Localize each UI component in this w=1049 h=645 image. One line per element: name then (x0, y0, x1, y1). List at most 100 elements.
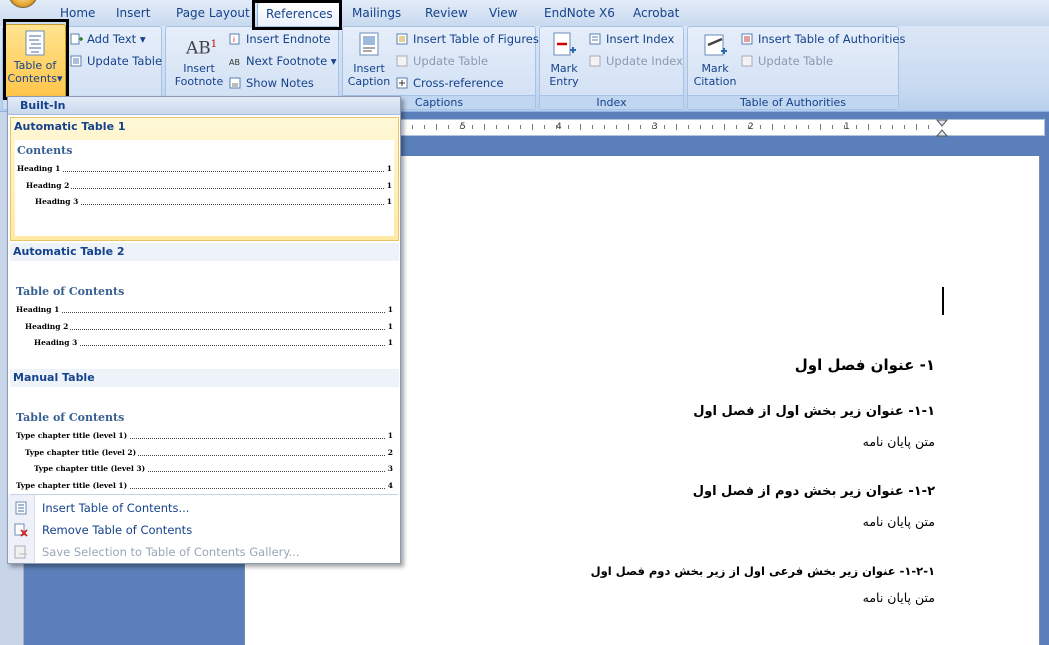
toc-preview-line: Heading 11 (16, 305, 393, 322)
ruler-tick (472, 125, 473, 129)
gallery-header: Built-In (8, 97, 400, 115)
insert-table-of-authorities-button[interactable]: Insert Table of Authorities (740, 29, 905, 49)
insert-table-of-figures-button[interactable]: Insert Table of Figures (395, 29, 539, 49)
update-table-figures-button[interactable]: Update Table (395, 51, 488, 71)
ruler-tick (784, 125, 785, 129)
ruler-tick (544, 125, 545, 129)
insert-index-icon (589, 33, 601, 45)
ruler-tick (640, 125, 641, 129)
heading-section-1-1[interactable]: ۱-۱- عنوان زیر بخش اول از فصل اول (693, 404, 935, 419)
tab-review[interactable]: Review (417, 2, 476, 26)
ruler-tick (424, 125, 425, 129)
office-button[interactable] (8, 0, 38, 8)
ribbon-tab-bar: Home Insert Page Layout References Maili… (0, 0, 1049, 26)
chevron-down-icon: ▾ (330, 54, 337, 68)
body-text[interactable]: متن پایان نامه (863, 434, 935, 449)
heading-subsection-1-2-1[interactable]: ۱-۲-۱- عنوان زیر بخش فرعی اول از زیر بخش… (591, 564, 935, 578)
cross-reference-button[interactable]: Cross-reference (395, 73, 504, 93)
ruler-tick (772, 124, 773, 130)
ruler-tick (652, 125, 653, 129)
next-footnote-icon: AB (229, 58, 240, 67)
update-index-icon (589, 55, 601, 67)
add-text-icon (70, 33, 83, 45)
tab-acrobat[interactable]: Acrobat (625, 2, 687, 26)
table-of-contents-gallery: Built-In Automatic Table 1 Contents Head… (7, 96, 401, 564)
remove-table-of-contents-command[interactable]: Remove Table of Contents (8, 519, 400, 541)
tab-mailings[interactable]: Mailings (344, 2, 409, 26)
svg-text:i: i (233, 36, 235, 44)
ruler-tick (904, 125, 905, 129)
table-of-authorities-icon (741, 33, 753, 45)
tab-endnote[interactable]: EndNote X6 (536, 2, 623, 26)
mark-entry-button[interactable]: Mark Entry (542, 31, 586, 88)
mark-citation-icon (704, 34, 727, 56)
insert-footnote-button[interactable]: AB1 Insert Footnote (170, 31, 228, 88)
update-table-button[interactable]: Update Table (69, 51, 162, 71)
remove-toc-icon (14, 523, 28, 537)
ruler-tick (880, 125, 881, 129)
tab-references[interactable]: References (257, 2, 342, 26)
gallery-item-title: Manual Table (13, 371, 95, 384)
ruler-tick (736, 125, 737, 129)
save-selection-to-gallery-command[interactable]: Save Selection to Table of Contents Gall… (8, 541, 400, 563)
gallery-item-manual-table[interactable]: Manual Table Table of Contents Type chap… (10, 369, 399, 493)
chevron-down-icon: ▾ (139, 32, 146, 46)
ruler-tick (508, 125, 509, 129)
table-of-contents-icon (25, 30, 45, 56)
insert-table-of-contents-command[interactable]: Insert Table of Contents... (8, 497, 400, 519)
heading-chapter-1[interactable]: ۱- عنوان فصل اول (795, 356, 935, 374)
ruler-tick (664, 125, 665, 129)
ruler-tick (796, 125, 797, 129)
insert-index-button[interactable]: Insert Index (588, 29, 674, 49)
ruler-tick (676, 124, 677, 130)
horizontal-ruler[interactable]: 5 4 3 2 1 (400, 119, 1045, 137)
show-notes-icon (229, 77, 241, 89)
update-table-icon (396, 55, 408, 67)
ruler-tick (460, 125, 461, 129)
endnote-icon: i (229, 33, 240, 45)
tab-page-layout[interactable]: Page Layout (168, 2, 258, 26)
body-text[interactable]: متن پایان نامه (863, 590, 935, 605)
tab-home[interactable]: Home (52, 2, 103, 26)
ruler-tick (892, 125, 893, 129)
gallery-preview: Contents Heading 11 Heading 21 Heading 3… (15, 140, 394, 236)
add-text-button[interactable]: Add Text ▾ (69, 29, 146, 49)
ruler-tick (604, 125, 605, 129)
toc-preview-auto1: Contents Heading 11 Heading 21 Heading 3… (17, 144, 392, 214)
toc-preview-line: Type chapter title (level 1) 1 (16, 431, 393, 448)
toc-preview-line: Heading 31 (34, 338, 393, 355)
gallery-item-automatic-table-1[interactable]: Automatic Table 1 Contents Heading 11 He… (10, 117, 399, 241)
toc-preview-line: Type chapter title (level 3) 3 (34, 464, 393, 481)
heading-section-1-2[interactable]: ۱-۲- عنوان زیر بخش دوم از فصل اول (693, 484, 935, 499)
table-of-contents-button[interactable]: Table of Contents▾ (4, 24, 66, 98)
indent-marker-icon[interactable] (936, 119, 948, 137)
mark-entry-icon (553, 32, 576, 56)
next-footnote-button[interactable]: AB Next Footnote ▾ (228, 51, 337, 71)
toc-preview-line: Heading 21 (26, 180, 392, 198)
insert-endnote-button[interactable]: i Insert Endnote (228, 29, 330, 49)
update-index-button[interactable]: Update Index (588, 51, 683, 71)
insert-toc-icon (15, 501, 27, 515)
ruler-tick (748, 125, 749, 129)
update-table-authorities-button[interactable]: Update Table (740, 51, 833, 71)
ruler-tick (556, 125, 557, 129)
ruler-tick (832, 125, 833, 129)
tab-insert[interactable]: Insert (108, 2, 158, 26)
ruler-tick (844, 125, 845, 129)
toc-preview-manual: Table of Contents Type chapter title (le… (16, 411, 393, 497)
mark-citation-button[interactable]: Mark Citation (690, 31, 740, 88)
toc-preview-line: Heading 11 (17, 164, 392, 181)
ruler-tick (868, 124, 869, 130)
update-table-icon (70, 55, 82, 67)
ruler-tick (760, 125, 761, 129)
gallery-item-title: Automatic Table 2 (13, 245, 125, 258)
body-text[interactable]: متن پایان نامه (863, 514, 935, 529)
insert-caption-button[interactable]: Insert Caption (345, 31, 393, 88)
gallery-item-automatic-table-2[interactable]: Automatic Table 2 Table of Contents Head… (10, 243, 399, 367)
show-notes-button[interactable]: Show Notes (228, 73, 314, 93)
ruler-tick (856, 125, 857, 129)
ruler-tick (496, 125, 497, 129)
tab-view[interactable]: View (481, 2, 525, 26)
cross-reference-icon (396, 77, 408, 89)
table-of-figures-icon (396, 33, 408, 45)
